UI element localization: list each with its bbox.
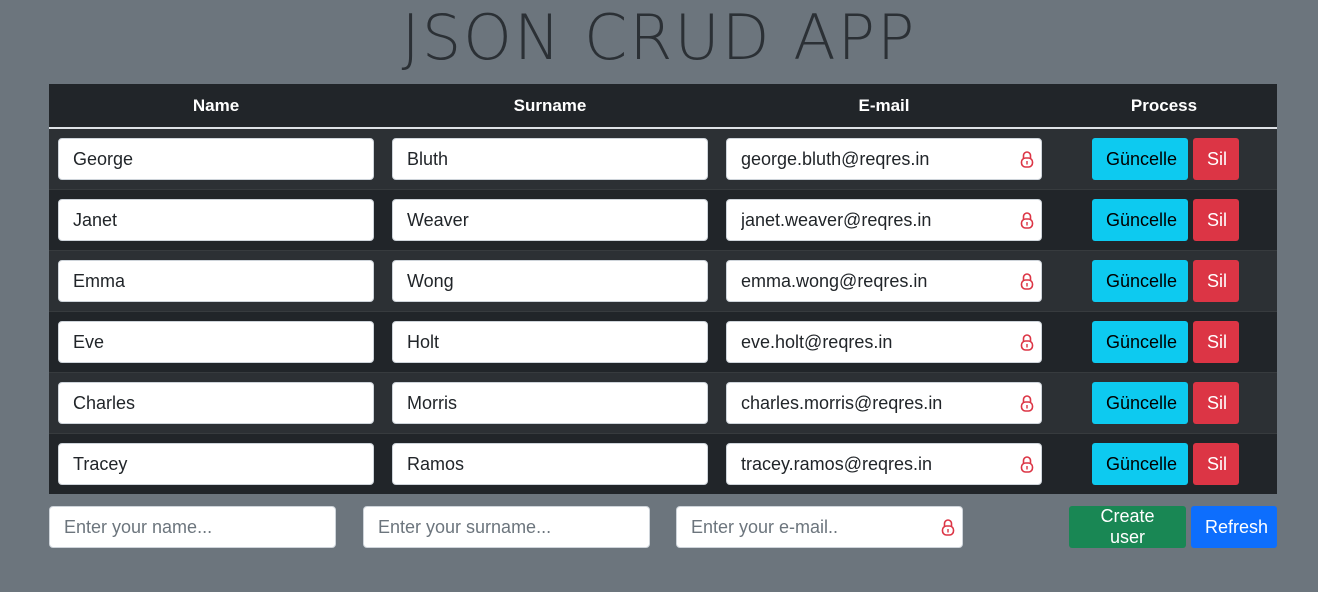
process-cell: Güncelle Sil (1051, 199, 1277, 241)
new-surname-input[interactable] (363, 506, 650, 548)
update-button[interactable]: Güncelle (1092, 260, 1188, 302)
create-user-button[interactable]: Create user (1069, 506, 1186, 548)
surname-cell (383, 443, 717, 485)
users-table: Name Surname E-mail Process GüncelleSilG… (49, 84, 1277, 494)
email-cell (717, 382, 1051, 424)
name-input[interactable] (58, 138, 374, 180)
update-button[interactable]: Güncelle (1092, 321, 1188, 363)
table-header: Name Surname E-mail Process (49, 84, 1277, 129)
email-field (726, 443, 1042, 485)
email-field (726, 199, 1042, 241)
email-field (726, 382, 1042, 424)
table-row: GüncelleSil (49, 250, 1277, 311)
email-field (726, 138, 1042, 180)
surname-input[interactable] (392, 321, 708, 363)
name-input[interactable] (58, 321, 374, 363)
refresh-button[interactable]: Refresh (1191, 506, 1277, 548)
update-button[interactable]: Güncelle (1092, 138, 1188, 180)
email-input[interactable] (726, 382, 1042, 424)
new-email-input[interactable] (676, 506, 963, 548)
process-cell: Güncelle Sil (1051, 443, 1277, 485)
email-cell (717, 138, 1051, 180)
lock-icon (1020, 273, 1034, 290)
name-cell (49, 260, 383, 302)
name-input[interactable] (58, 199, 374, 241)
email-input[interactable] (726, 260, 1042, 302)
email-input[interactable] (726, 199, 1042, 241)
process-cell: Güncelle Sil (1051, 260, 1277, 302)
surname-cell (383, 199, 717, 241)
email-input[interactable] (726, 443, 1042, 485)
column-header-process: Process (1130, 95, 1198, 115)
lock-icon (1020, 151, 1034, 168)
lock-icon (1020, 456, 1034, 473)
column-header-surname: Surname (513, 95, 587, 115)
email-input[interactable] (726, 321, 1042, 363)
lock-icon (1020, 395, 1034, 412)
surname-input[interactable] (392, 138, 708, 180)
email-input[interactable] (726, 138, 1042, 180)
lock-icon (1020, 334, 1034, 351)
update-button[interactable]: Güncelle (1092, 382, 1188, 424)
delete-button[interactable]: Sil (1193, 382, 1239, 424)
email-cell (717, 443, 1051, 485)
column-header-name: Name (192, 95, 240, 115)
name-cell (49, 138, 383, 180)
page-title: JSON CRUD APP (401, 1, 917, 74)
surname-input[interactable] (392, 260, 708, 302)
surname-cell (383, 138, 717, 180)
table-body: GüncelleSilGüncelleSilGüncelleSilGüncell… (49, 129, 1277, 494)
delete-button[interactable]: Sil (1193, 138, 1239, 180)
update-button[interactable]: Güncelle (1092, 443, 1188, 485)
new-email-field (676, 506, 963, 548)
email-field (726, 321, 1042, 363)
email-cell (717, 260, 1051, 302)
email-cell (717, 321, 1051, 363)
column-header-email: E-mail (858, 95, 910, 115)
delete-button[interactable]: Sil (1193, 199, 1239, 241)
surname-cell (383, 382, 717, 424)
surname-input[interactable] (392, 382, 708, 424)
process-cell: Güncelle Sil (1051, 138, 1277, 180)
name-input[interactable] (58, 443, 374, 485)
surname-input[interactable] (392, 199, 708, 241)
name-cell (49, 199, 383, 241)
email-field (726, 260, 1042, 302)
table-row: GüncelleSil (49, 189, 1277, 250)
table-row: GüncelleSil (49, 311, 1277, 372)
table-row: GüncelleSil (49, 372, 1277, 433)
email-cell (717, 199, 1051, 241)
name-cell (49, 443, 383, 485)
delete-button[interactable]: Sil (1193, 260, 1239, 302)
process-cell: Güncelle Sil (1051, 382, 1277, 424)
surname-input[interactable] (392, 443, 708, 485)
name-cell (49, 382, 383, 424)
name-input[interactable] (58, 382, 374, 424)
delete-button[interactable]: Sil (1193, 321, 1239, 363)
surname-cell (383, 321, 717, 363)
new-user-form: Create user Refresh (0, 506, 1318, 548)
name-cell (49, 321, 383, 363)
table-row: GüncelleSil (49, 129, 1277, 189)
new-name-input[interactable] (49, 506, 336, 548)
delete-button[interactable]: Sil (1193, 443, 1239, 485)
lock-icon (941, 519, 955, 536)
name-input[interactable] (58, 260, 374, 302)
surname-cell (383, 260, 717, 302)
lock-icon (1020, 212, 1034, 229)
update-button[interactable]: Güncelle (1092, 199, 1188, 241)
process-cell: Güncelle Sil (1051, 321, 1277, 363)
table-row: GüncelleSil (49, 433, 1277, 494)
